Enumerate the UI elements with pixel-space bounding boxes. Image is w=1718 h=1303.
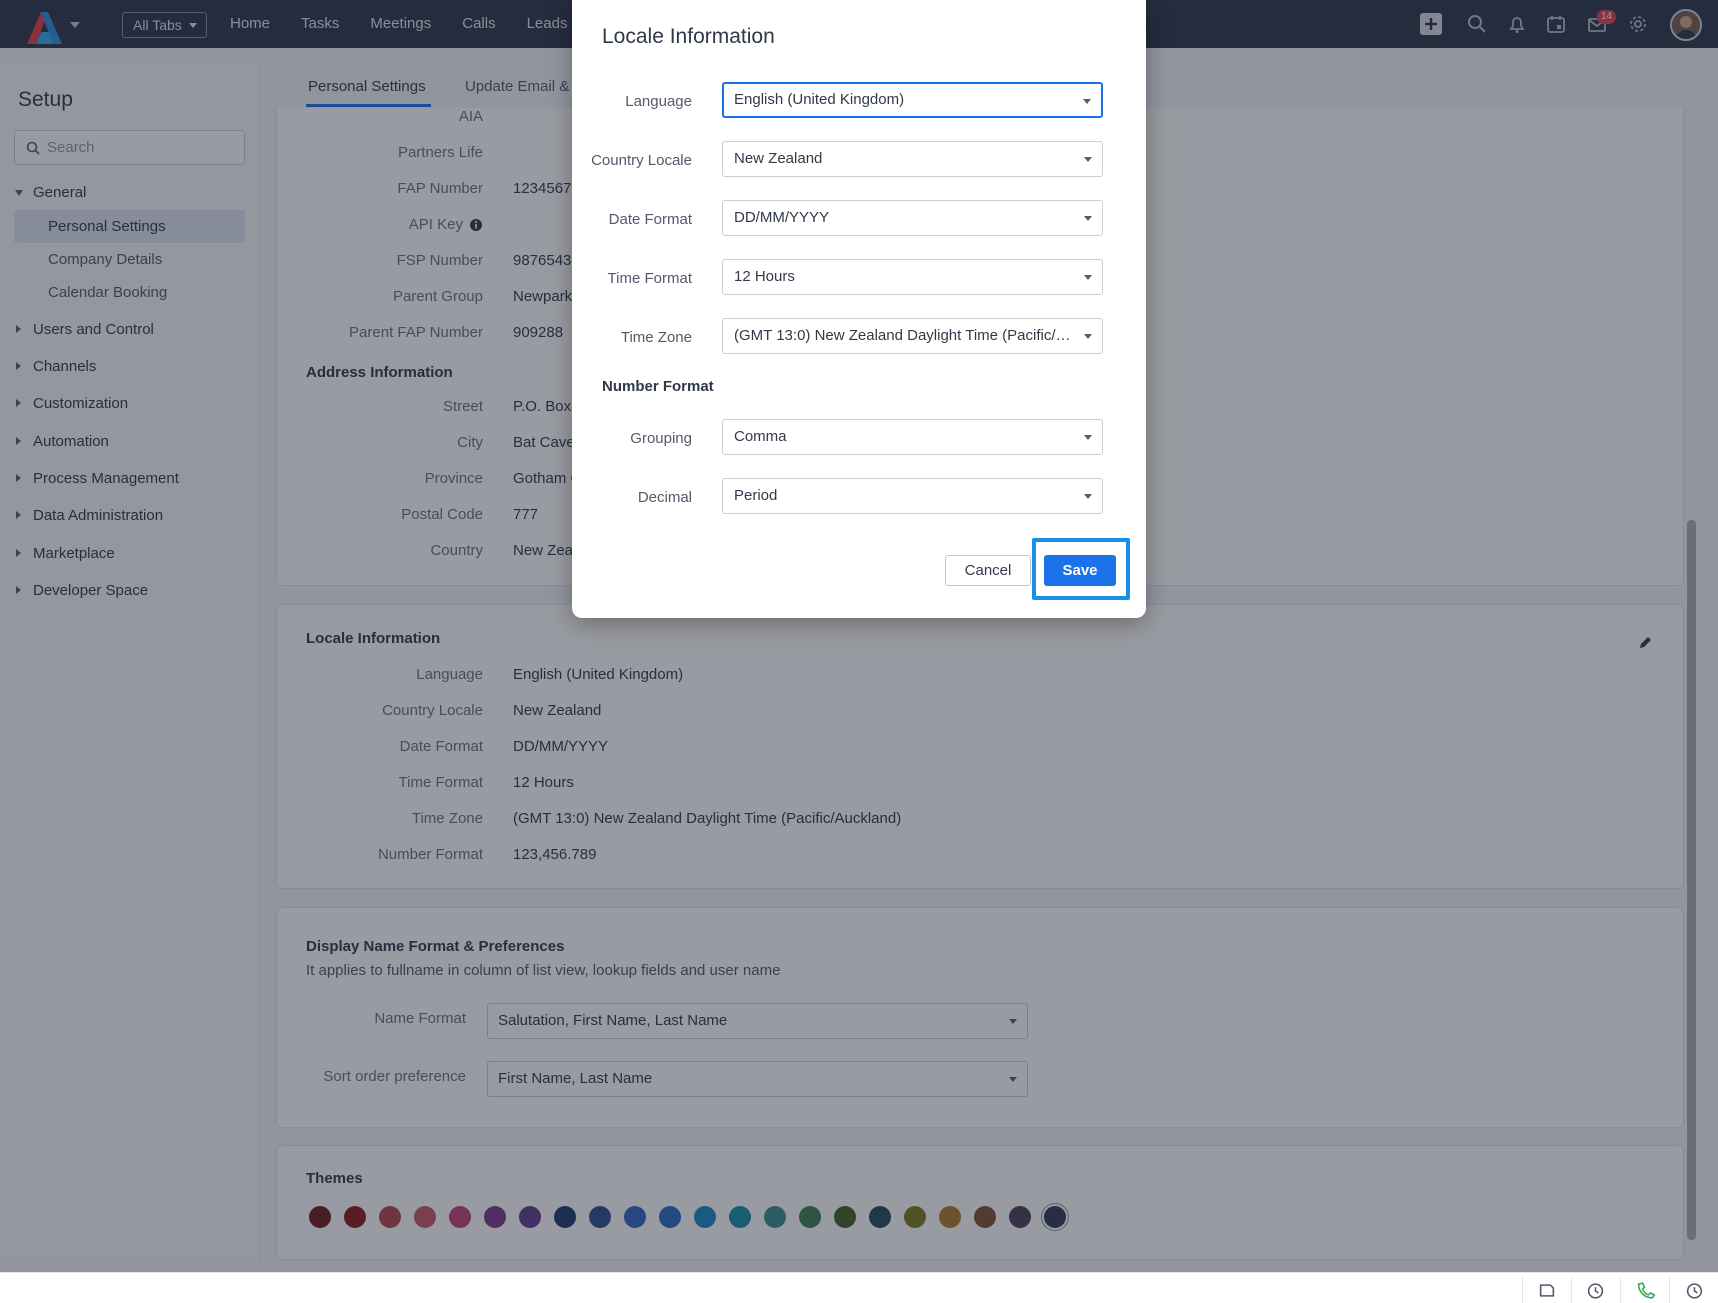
time-format-select[interactable]: 12 Hours [722, 259, 1103, 295]
number-format-heading: Number Format [602, 378, 714, 395]
decimal-label: Decimal [637, 489, 692, 506]
alarm-clock-icon[interactable] [1571, 1277, 1619, 1303]
modal-title: Locale Information [602, 25, 775, 48]
select-value: New Zealand [734, 150, 823, 167]
country-locale-select[interactable]: New Zealand [722, 141, 1103, 177]
chevron-down-icon [1084, 157, 1092, 162]
history-icon[interactable] [1669, 1277, 1717, 1303]
phone-icon[interactable] [1620, 1277, 1668, 1303]
grouping-label: Grouping [630, 430, 692, 447]
date-format-select[interactable]: DD/MM/YYYY [722, 200, 1103, 236]
select-value: (GMT 13:0) New Zealand Daylight Time (Pa… [734, 327, 1087, 344]
language-select[interactable]: English (United Kingdom) [722, 82, 1103, 118]
footer-bar [0, 1272, 1718, 1303]
select-value: 12 Hours [734, 268, 795, 285]
chevron-down-icon [1083, 99, 1091, 104]
chevron-down-icon [1084, 435, 1092, 440]
date-format-label: Date Format [608, 211, 692, 228]
cancel-button[interactable]: Cancel [945, 555, 1031, 586]
decimal-select[interactable]: Period [722, 478, 1103, 514]
chevron-down-icon [1084, 216, 1092, 221]
select-value: Period [734, 487, 778, 504]
chevron-down-icon [1084, 334, 1092, 339]
recent-items-icon[interactable] [1522, 1277, 1570, 1303]
time-format-label: Time Format [607, 270, 692, 287]
chevron-down-icon [1084, 275, 1092, 280]
grouping-select[interactable]: Comma [722, 419, 1103, 455]
language-label: Language [625, 93, 692, 110]
locale-modal: Locale Information Language English (Uni… [572, 0, 1146, 618]
select-value: DD/MM/YYYY [734, 209, 830, 226]
country-locale-label: Country Locale [591, 152, 692, 169]
select-value: English (United Kingdom) [734, 91, 905, 108]
save-button[interactable]: Save [1044, 555, 1116, 586]
select-value: Comma [734, 428, 787, 445]
time-zone-label: Time Zone [620, 329, 692, 346]
chevron-down-icon [1084, 494, 1092, 499]
time-zone-select[interactable]: (GMT 13:0) New Zealand Daylight Time (Pa… [722, 318, 1103, 354]
